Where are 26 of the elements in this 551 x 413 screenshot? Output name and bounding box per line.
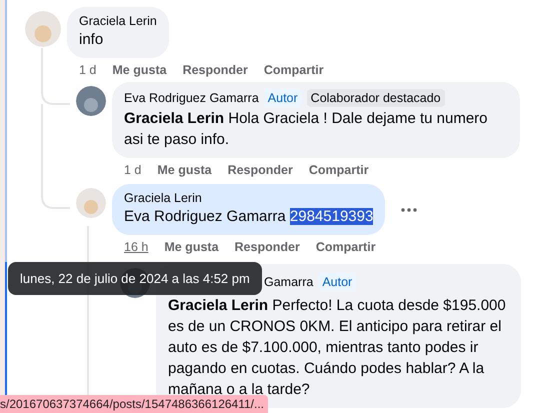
timestamp-link[interactable]: 16 h xyxy=(124,240,148,254)
comment-text: info xyxy=(79,30,104,50)
avatar[interactable] xyxy=(76,86,106,116)
timestamp-link[interactable]: 1 d xyxy=(79,63,96,77)
timestamp-link[interactable]: 1 d xyxy=(124,163,142,177)
author-name[interactable]: Graciela Lerin xyxy=(79,14,157,28)
author-name[interactable]: Eva Rodriguez Gamarra xyxy=(124,91,259,105)
share-link[interactable]: Compartir xyxy=(308,163,369,177)
author-badge: Autor xyxy=(318,273,356,291)
author-badge: Autor xyxy=(264,89,302,107)
comment-text: Graciela Lerin Hola Graciela ! Dale dejame tu numero asi te paso info. xyxy=(124,109,489,150)
status-bar-url: s/201670637374664/posts/1547486366126411/... xyxy=(0,395,268,413)
timestamp-tooltip: lunes, 22 de julio de 2024 a las 4:52 pm xyxy=(8,262,262,295)
author-name[interactable]: Graciela Lerin xyxy=(124,191,202,205)
reply-link[interactable]: Responder xyxy=(228,163,293,177)
contributor-badge: Colaborador destacado xyxy=(306,89,445,107)
like-link[interactable]: Me gusta xyxy=(164,240,219,254)
reply-link[interactable]: Responder xyxy=(234,240,300,254)
reply-link[interactable]: Responder xyxy=(182,63,248,77)
author-name[interactable]: Gamarra xyxy=(264,275,314,289)
more-options-icon[interactable] xyxy=(401,208,418,212)
share-link[interactable]: Compartir xyxy=(316,240,376,254)
like-link[interactable]: Me gusta xyxy=(157,163,212,177)
comment-text: Eva Rodriguez Gamarra 2984519393 xyxy=(124,207,374,227)
share-link[interactable]: Compartir xyxy=(264,63,324,77)
like-link[interactable]: Me gusta xyxy=(112,63,167,77)
